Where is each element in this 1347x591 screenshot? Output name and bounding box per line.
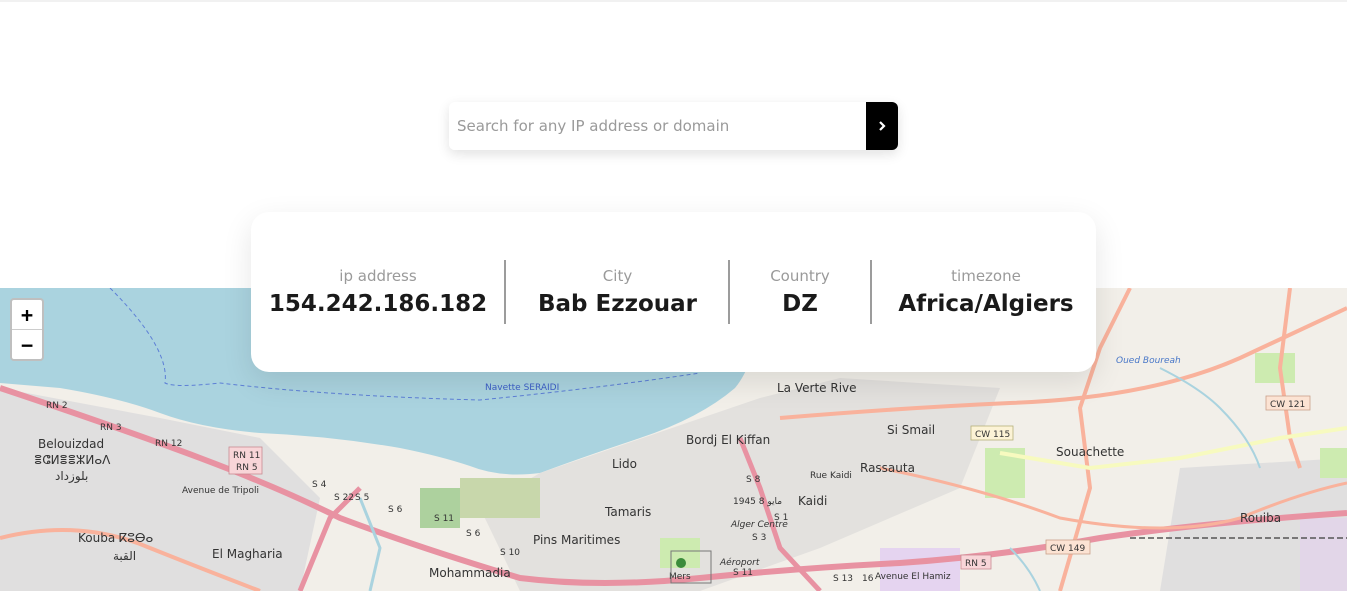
ip-info-card: ip address 154.242.186.182 City Bab Ezzo…	[251, 212, 1096, 372]
timezone-value: Africa/Algiers	[898, 291, 1074, 317]
divider	[504, 260, 506, 324]
timezone-section: timezone Africa/Algiers	[872, 212, 1100, 372]
map-label-s11b: S 11	[733, 568, 753, 578]
map-label-rn2: RN 2	[46, 401, 68, 411]
map-label-souachette: Souachette	[1056, 445, 1124, 459]
map-label-navette: Navette SERAIDI	[485, 383, 559, 393]
map-label-mohammadia: Mohammadia	[429, 566, 511, 580]
road-shield-cw149: CW 149	[1045, 539, 1091, 555]
city-section: City Bab Ezzouar	[507, 212, 728, 372]
map-label-s11: S 11	[434, 514, 454, 524]
map-label-pins-maritimes: Pins Maritimes	[533, 533, 620, 547]
zoom-out-button[interactable]: −	[12, 329, 42, 359]
map-label-bordj-el-kiffan: Bordj El Kiffan	[686, 433, 770, 447]
map-label-aeroport: Aéroport	[719, 557, 760, 568]
search-input[interactable]	[449, 102, 866, 150]
map-label-belouizdad-tifinagh: ⴻⵛⵍⴻⴻⵣⵍⴰⴷ	[34, 453, 111, 467]
map-label-16: 16	[862, 574, 874, 584]
svg-text:RN 5: RN 5	[965, 559, 987, 569]
map-label-s10: S 10	[500, 548, 520, 558]
map-label-s22: S 22	[334, 493, 354, 503]
map-label-s3: S 3	[752, 533, 766, 543]
search-bar	[449, 102, 898, 150]
svg-text:RN 11: RN 11	[233, 451, 260, 461]
svg-text:RN 5: RN 5	[236, 463, 258, 473]
map-label-rouiba: Rouiba	[1240, 511, 1281, 525]
svg-text:CW 121: CW 121	[1270, 400, 1305, 410]
map-label-s13: S 13	[833, 574, 853, 584]
city-value: Bab Ezzouar	[537, 291, 698, 317]
map-label-avenue-tripoli: Avenue de Tripoli	[182, 486, 259, 496]
map-label-s5: S 5	[355, 493, 369, 503]
country-value: DZ	[782, 291, 818, 317]
map-label-1945: 1945 مايو 8	[733, 497, 782, 507]
ip-address-value: 154.242.186.182	[268, 291, 488, 317]
map-label-avenue-el-hamiz: Avenue El Hamiz	[875, 572, 951, 582]
map-label-rassauta: Rassauta	[860, 461, 915, 475]
map-label-belouizdad: Belouizdad	[38, 437, 104, 451]
map-label-kouba-ar: القبة	[113, 549, 136, 563]
map-label-lido: Lido	[612, 457, 637, 471]
map-label-rn3: RN 3	[100, 423, 122, 433]
map-label-si-smail: Si Smail	[887, 423, 935, 437]
ip-address-section: ip address 154.242.186.182	[251, 212, 505, 372]
map-label-s6b: S 6	[466, 529, 481, 539]
road-shield-cw115: CW 115	[970, 425, 1014, 441]
svg-text:CW 115: CW 115	[975, 430, 1010, 440]
city-label: City	[602, 267, 633, 285]
map-label-s4: S 4	[312, 480, 327, 490]
timezone-label: timezone	[951, 267, 1021, 285]
zoom-control: + −	[10, 298, 44, 361]
road-shield-rn11: RN 11 RN 5	[228, 446, 263, 475]
map-label-s6: S 6	[388, 505, 403, 515]
search-submit-button[interactable]	[866, 102, 898, 150]
map-label-la-verte-rive: La Verte Rive	[777, 381, 857, 395]
map-label-kaidi: Kaidi	[798, 494, 827, 508]
map-label-s1: S 1	[774, 513, 788, 523]
map-label-mers: Mers	[669, 572, 691, 582]
road-shield-rn5: RN 5	[960, 554, 992, 570]
country-label: Country	[770, 267, 830, 285]
ip-address-label: ip address	[339, 267, 417, 285]
map-label-belouizdad-ar: بلوزداد	[55, 469, 88, 484]
chevron-right-icon	[879, 121, 886, 131]
map-label-s8: S 8	[746, 475, 761, 485]
svg-text:CW 149: CW 149	[1050, 544, 1085, 554]
map-label-tamaris: Tamaris	[604, 505, 651, 519]
map-label-oued-boureah: Oued Boureah	[1116, 356, 1181, 366]
zoom-in-button[interactable]: +	[12, 300, 42, 329]
map-label-rue-kaidi: Rue Kaidi	[810, 471, 852, 481]
map-label-kouba: Kouba ⴽⵓⴱⴰ	[78, 531, 153, 545]
country-section: Country DZ	[730, 212, 870, 372]
road-shield-cw121: CW 121	[1265, 395, 1311, 411]
map-label-el-magharia: El Magharia	[212, 547, 283, 561]
map-label-rn12: RN 12	[155, 439, 182, 449]
